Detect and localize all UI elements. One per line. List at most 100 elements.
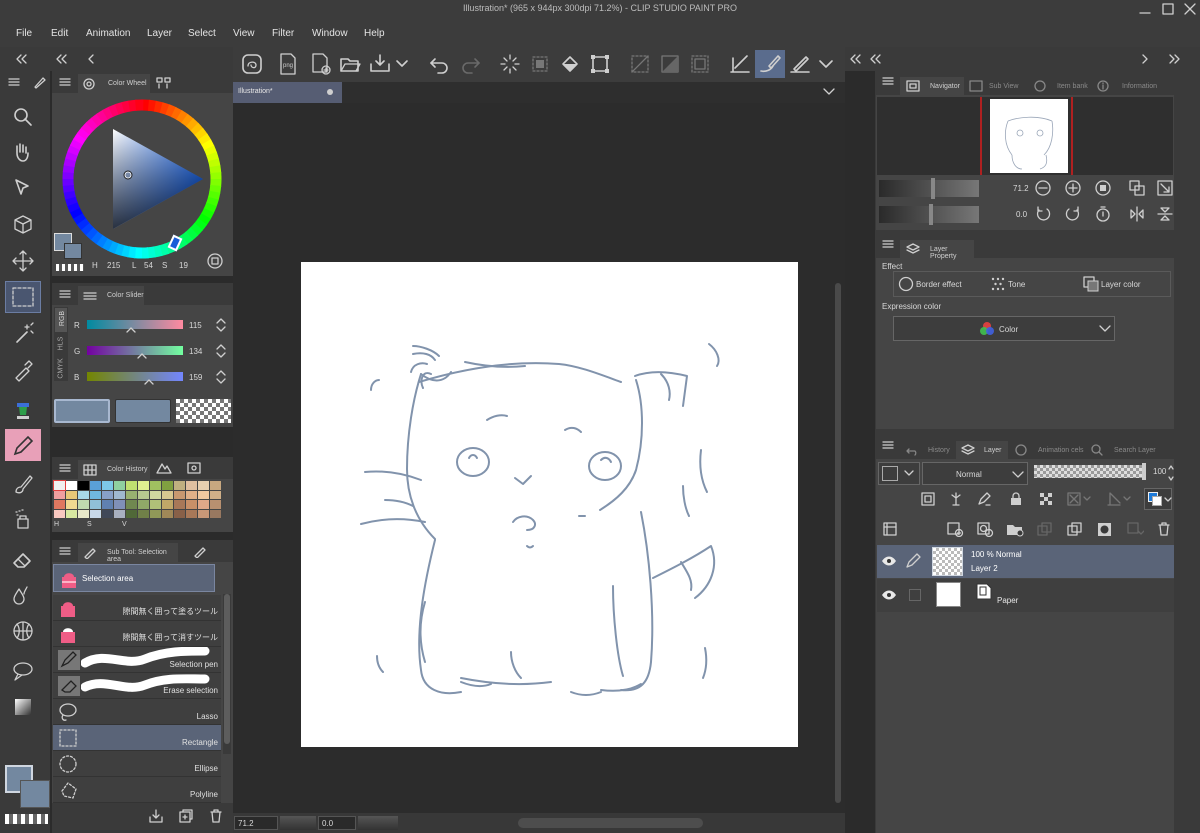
history-swatch[interactable] bbox=[126, 490, 137, 499]
tab-item-bank[interactable]: Item bank bbox=[1031, 77, 1089, 95]
tab-sub-tool[interactable]: Sub Tool: Selection area bbox=[78, 543, 178, 563]
layer-color-dropdown[interactable] bbox=[878, 462, 920, 485]
history-swatch[interactable] bbox=[78, 490, 89, 499]
slider-transparent-color[interactable] bbox=[176, 399, 231, 423]
sub-tool-item-erase-closed[interactable]: 隙間無く囲って消すツール bbox=[53, 621, 221, 647]
history-swatch[interactable] bbox=[54, 490, 65, 499]
draft-layer-icon[interactable] bbox=[976, 491, 992, 507]
menu-layer[interactable]: Layer bbox=[147, 28, 172, 39]
sub-tool-item-fill-closed[interactable]: 隙間無く囲って塗るツール bbox=[53, 595, 221, 621]
history-swatch[interactable] bbox=[174, 500, 185, 509]
rotate-left-icon[interactable] bbox=[1034, 205, 1052, 223]
color-set-icon[interactable] bbox=[156, 77, 172, 89]
invert-selection-button[interactable] bbox=[655, 50, 685, 78]
delete-layer-icon[interactable] bbox=[1156, 521, 1172, 537]
duplicate-icon[interactable] bbox=[178, 808, 194, 824]
paper-canvas[interactable] bbox=[301, 262, 798, 747]
sub-tool-item-rectangle[interactable]: Rectangle bbox=[53, 725, 221, 751]
channel-value-r[interactable]: 115 bbox=[189, 321, 202, 330]
border-effect-button[interactable]: Border effect bbox=[896, 274, 986, 294]
transparent-color-swatch[interactable] bbox=[5, 814, 48, 824]
tab-sub-view[interactable]: Sub View bbox=[965, 77, 1029, 95]
history-swatch[interactable] bbox=[78, 481, 89, 490]
actual-size-icon[interactable] bbox=[1094, 179, 1112, 197]
sub-tool-scrollbar[interactable] bbox=[223, 594, 231, 754]
edit-target-checkbox[interactable] bbox=[909, 589, 921, 601]
fit-window-icon[interactable] bbox=[1128, 179, 1146, 197]
history-swatch[interactable] bbox=[102, 481, 113, 490]
history-swatch[interactable] bbox=[150, 509, 161, 518]
chevron-left-icon[interactable] bbox=[86, 53, 96, 65]
channel-value-g[interactable]: 134 bbox=[189, 347, 202, 356]
menu-help[interactable]: Help bbox=[364, 28, 385, 39]
open-button[interactable] bbox=[335, 50, 365, 78]
navigator-preview[interactable] bbox=[877, 97, 1173, 175]
reset-rotation-icon[interactable] bbox=[1094, 205, 1112, 223]
flip-vertical-icon[interactable] bbox=[1156, 205, 1174, 223]
history-swatch[interactable] bbox=[162, 490, 173, 499]
history-swatch[interactable] bbox=[162, 481, 173, 490]
history-swatch[interactable] bbox=[114, 509, 125, 518]
history-swatch[interactable] bbox=[66, 490, 77, 499]
sub-tool-item-ellipse[interactable]: Ellipse bbox=[53, 751, 221, 777]
tab-search-layer[interactable]: Search Layer bbox=[1086, 441, 1158, 459]
menu-window[interactable]: Window bbox=[312, 28, 348, 39]
history-swatch[interactable] bbox=[186, 490, 197, 499]
tab-rgb[interactable]: RGB bbox=[55, 308, 67, 332]
clip-studio-button[interactable] bbox=[237, 50, 267, 78]
history-swatch[interactable] bbox=[126, 500, 137, 509]
history-swatch[interactable] bbox=[138, 481, 149, 490]
minimize-button[interactable] bbox=[1138, 2, 1152, 16]
undo-button[interactable] bbox=[425, 50, 455, 78]
menu-icon[interactable] bbox=[59, 289, 71, 299]
history-swatch[interactable] bbox=[114, 481, 125, 490]
flip-horizontal-icon[interactable] bbox=[1128, 205, 1146, 223]
document-tab[interactable]: Illustration* bbox=[233, 82, 342, 103]
rotate-right-icon[interactable] bbox=[1064, 205, 1082, 223]
history-swatch[interactable] bbox=[198, 490, 209, 499]
vertical-scrollbar[interactable] bbox=[834, 283, 842, 803]
blend-tool[interactable] bbox=[5, 579, 41, 611]
menu-icon[interactable] bbox=[59, 77, 71, 87]
horizontal-scrollbar[interactable] bbox=[518, 818, 703, 828]
pencil-tool[interactable] bbox=[5, 429, 41, 461]
menu-icon[interactable] bbox=[59, 546, 71, 556]
angle-field[interactable]: 0.0 bbox=[318, 816, 356, 830]
history-swatch[interactable] bbox=[174, 509, 185, 518]
new-folder-icon[interactable] bbox=[1006, 521, 1024, 537]
zoom-slider-handle[interactable] bbox=[931, 178, 935, 199]
navigator-zoom-value[interactable]: 71.2 bbox=[1013, 184, 1029, 193]
history-swatch[interactable] bbox=[186, 481, 197, 490]
tab-color-slider[interactable]: Color Slider bbox=[78, 286, 144, 305]
pen-tool[interactable] bbox=[5, 393, 41, 425]
clear-button[interactable] bbox=[495, 50, 525, 78]
history-swatch[interactable] bbox=[126, 481, 137, 490]
lock-icon[interactable] bbox=[1008, 491, 1024, 507]
fit-navigator-icon[interactable] bbox=[1156, 179, 1174, 197]
combine-layer-icon[interactable] bbox=[1066, 521, 1084, 537]
menu-icon[interactable] bbox=[882, 76, 894, 86]
history-swatch[interactable] bbox=[114, 500, 125, 509]
rotation-slider[interactable] bbox=[879, 204, 979, 225]
tab-hls[interactable]: HLS bbox=[57, 337, 64, 351]
3d-tool[interactable] bbox=[5, 209, 41, 241]
history-swatch[interactable] bbox=[90, 500, 101, 509]
export-png-button[interactable]: png bbox=[273, 50, 303, 78]
history-swatch[interactable] bbox=[102, 490, 113, 499]
close-button[interactable] bbox=[1183, 2, 1197, 16]
airbrush-tool[interactable] bbox=[5, 503, 41, 535]
slider-track-b[interactable] bbox=[87, 372, 183, 381]
sub-tool-item-polyline[interactable]: Polyline bbox=[53, 777, 221, 803]
tab-information[interactable]: Information bbox=[1092, 77, 1158, 95]
history-swatch[interactable] bbox=[150, 481, 161, 490]
chevron-down-icon[interactable] bbox=[822, 86, 836, 98]
layer-color-button[interactable]: Layer color bbox=[1081, 274, 1169, 294]
approximate-color-icon[interactable] bbox=[186, 461, 202, 475]
trash-icon[interactable] bbox=[208, 808, 224, 824]
history-swatch[interactable] bbox=[150, 490, 161, 499]
tab-layer-property[interactable]: Layer Property bbox=[900, 240, 974, 260]
history-swatch[interactable] bbox=[78, 500, 89, 509]
history-swatch[interactable] bbox=[78, 509, 89, 518]
sub-tool-item-erase-selection[interactable]: Erase selection bbox=[53, 673, 221, 699]
color-mode-icon[interactable] bbox=[206, 252, 224, 270]
